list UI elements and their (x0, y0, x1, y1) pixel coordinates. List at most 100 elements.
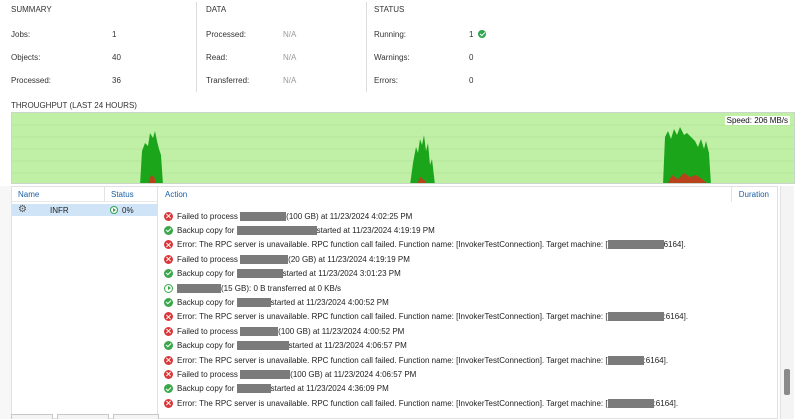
log-text-suffix: 6164]. (663, 240, 686, 250)
log-text-suffix: :6164]. (643, 355, 669, 365)
log-line[interactable]: Backup copy for started at 11/23/2024 3:… (164, 267, 764, 281)
error-icon (164, 355, 173, 365)
redacted-name (240, 326, 279, 336)
log-line[interactable]: Error: The RPC server is unavailable. RP… (164, 238, 764, 252)
log-line[interactable]: Backup copy for started at 11/23/2024 4:… (164, 295, 764, 309)
data-processed-value: N/A (283, 30, 297, 39)
bottom-button[interactable] (11, 414, 53, 419)
status-errors-label: Errors: (374, 76, 398, 85)
success-icon (164, 298, 173, 308)
section-divider (366, 2, 367, 92)
log-pane: Action Duration Failed to process (100 G… (158, 186, 778, 419)
redacted-name (607, 355, 644, 365)
log-line[interactable]: Backup copy for started at 11/23/2024 4:… (164, 339, 764, 353)
log-line[interactable]: Failed to process (100 GB) at 11/23/2024… (164, 367, 764, 381)
gear-icon: ⚙ (18, 204, 27, 215)
status-title: STATUS (374, 5, 405, 14)
redacted-name (236, 226, 317, 236)
error-icon (164, 369, 173, 379)
data-read-label: Read: (206, 53, 228, 62)
summary-objects-label: Objects: (11, 53, 41, 62)
log-text-prefix: Failed to process (177, 369, 238, 379)
bottom-button[interactable] (113, 414, 159, 419)
bottom-buttons (11, 414, 161, 419)
column-status[interactable]: Status (111, 190, 134, 199)
status-warnings-value: 0 (469, 53, 474, 62)
log-header: Action Duration (158, 187, 777, 202)
log-text-suffix: (100 GB) at 11/23/2024 4:02:25 PM (286, 211, 413, 221)
column-duration[interactable]: Duration (739, 190, 769, 199)
log-scrollbar[interactable] (780, 186, 794, 419)
success-icon (164, 226, 173, 236)
redacted-name (607, 240, 664, 250)
redacted-name (177, 283, 221, 293)
log-text-prefix: Error: The RPC server is unavailable. RP… (177, 240, 608, 250)
speed-label: Speed: 206 MB/s (724, 116, 790, 125)
log-text-suffix: started at 11/23/2024 4:19:19 PM (316, 226, 435, 236)
redacted-name (607, 398, 654, 408)
job-name: INFR (50, 206, 69, 215)
log-text-suffix: started at 11/23/2024 4:36:09 PM (270, 384, 389, 394)
bottom-button[interactable] (57, 414, 109, 419)
log-text-suffix: (100 GB) at 11/23/2024 4:06:57 PM (290, 369, 417, 379)
redacted-name (240, 369, 291, 379)
job-row[interactable]: ⚙ INFR 0% (12, 204, 159, 216)
summary-title: SUMMARY (11, 5, 52, 14)
log-text-suffix: started at 11/23/2024 4:06:57 PM (288, 341, 407, 351)
redacted-name (236, 298, 271, 308)
log-line[interactable]: Error: The RPC server is unavailable. RP… (164, 310, 764, 324)
status-running-count: 1 (469, 30, 474, 39)
redacted-name (236, 341, 289, 351)
log-line[interactable]: Backup copy for started at 11/23/2024 4:… (164, 223, 764, 237)
data-processed-label: Processed: (206, 30, 247, 39)
success-icon (164, 269, 173, 279)
log-text-prefix: Error: The RPC server is unavailable. RP… (177, 312, 608, 322)
log-text-prefix: Backup copy for (177, 341, 235, 351)
log-text-prefix: Error: The RPC server is unavailable. RP… (177, 398, 608, 408)
throughput-graph (12, 124, 794, 183)
redacted-name (236, 384, 271, 394)
summary-processed-label: Processed: (11, 76, 52, 85)
error-icon (164, 240, 173, 250)
log-text-prefix: Failed to process (177, 326, 238, 336)
log-text-suffix: started at 11/23/2024 3:01:23 PM (282, 269, 401, 279)
redacted-name (240, 211, 287, 221)
summary-objects-value: 40 (112, 53, 121, 62)
log-line[interactable]: Failed to process (100 GB) at 11/23/2024… (164, 324, 764, 338)
column-divider[interactable] (104, 187, 105, 202)
log-line[interactable]: Backup copy for started at 11/23/2024 4:… (164, 382, 764, 396)
scrollbar-thumb[interactable] (784, 369, 790, 395)
throughput-title: THROUGHPUT (LAST 24 HOURS) (11, 101, 137, 110)
redacted-name (236, 269, 283, 279)
summary-jobs-value: 1 (112, 30, 117, 39)
running-icon (164, 283, 173, 293)
status-errors-value: 0 (469, 76, 474, 85)
error-icon (164, 326, 173, 336)
log-text-prefix: Failed to process (177, 211, 238, 221)
summary-jobs-label: Jobs: (11, 30, 31, 39)
log-list: Failed to process (100 GB) at 11/23/2024… (164, 209, 764, 410)
column-action[interactable]: Action (165, 190, 187, 199)
log-text-prefix: Failed to process (177, 254, 238, 264)
status-running-value: 1 (469, 30, 487, 39)
column-divider[interactable] (731, 187, 732, 202)
redacted-name (607, 312, 664, 322)
log-line[interactable]: Failed to process (20 GB) at 11/23/2024 … (164, 252, 764, 266)
section-divider (196, 2, 197, 92)
log-line[interactable]: Error: The RPC server is unavailable. RP… (164, 396, 764, 410)
log-line[interactable]: (15 GB): 0 B transferred at 0 KB/s (164, 281, 764, 295)
data-read-value: N/A (283, 53, 297, 62)
running-icon (110, 206, 118, 214)
column-name[interactable]: Name (18, 190, 39, 199)
status-running-label: Running: (374, 30, 407, 39)
job-status: 0% (122, 206, 134, 215)
log-text-suffix: (20 GB) at 11/23/2024 4:19:19 PM (288, 254, 410, 264)
success-icon (164, 341, 173, 351)
log-text-prefix: Error: The RPC server is unavailable. RP… (177, 355, 608, 365)
log-text-suffix: :6164]. (663, 312, 689, 322)
data-transferred-value: N/A (283, 76, 297, 85)
log-line[interactable]: Error: The RPC server is unavailable. RP… (164, 353, 764, 367)
log-line[interactable]: Failed to process (100 GB) at 11/23/2024… (164, 209, 764, 223)
success-icon (478, 30, 487, 38)
left-gutter (0, 186, 11, 419)
